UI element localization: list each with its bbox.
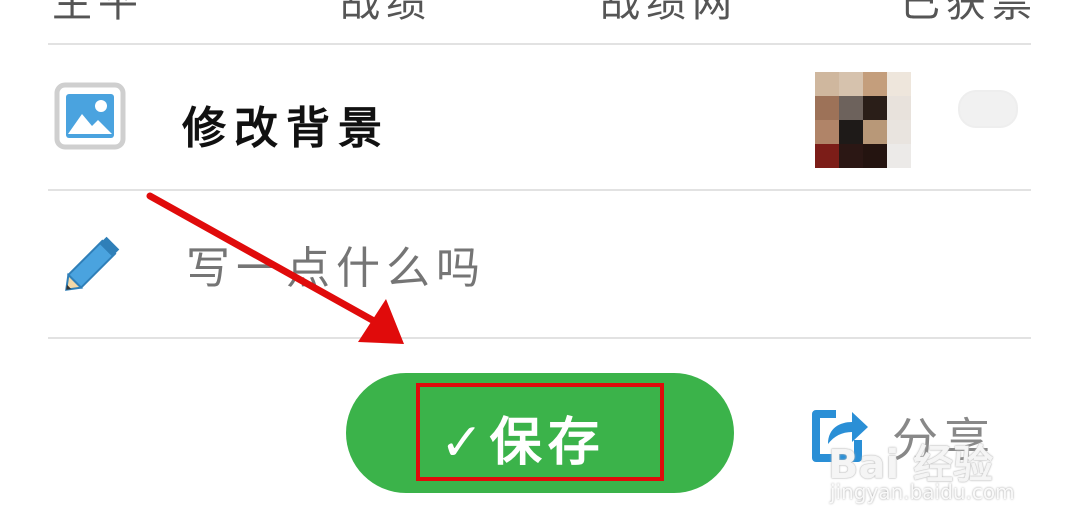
top-tab-2[interactable]: 战绩 (340, 0, 432, 28)
change-background-label: 修改背景 (182, 103, 390, 154)
thumbnail-cell (839, 72, 863, 96)
thumbnail-cell (839, 120, 863, 144)
divider-top (48, 43, 1031, 45)
thumbnail-cell (815, 144, 839, 168)
pencil-icon (65, 236, 120, 291)
thumbnail-cell (815, 96, 839, 120)
thumbnail-cell (815, 72, 839, 96)
divider-mid (48, 189, 1031, 191)
background-thumbnail[interactable] (815, 72, 911, 168)
thumbnail-cell (887, 120, 911, 144)
save-label: ✓保存 (440, 413, 606, 473)
top-tab-1[interactable]: 生平 (52, 0, 144, 28)
top-tab-4[interactable]: 已获票 (900, 0, 1038, 28)
background-toggle[interactable] (958, 90, 1018, 128)
top-tab-row: 生平 战绩 战绩网 已获票 (0, 0, 1079, 44)
watermark-url: jingyan.baidu.com (830, 480, 1015, 504)
thumbnail-cell (863, 144, 887, 168)
thumbnail-cell (863, 96, 887, 120)
divider-bottom (48, 337, 1031, 339)
thumbnail-cell (839, 144, 863, 168)
top-tab-3[interactable]: 战绩网 (600, 0, 738, 28)
thumbnail-cell (839, 96, 863, 120)
thumbnail-cell (887, 144, 911, 168)
image-icon (54, 82, 126, 150)
thumbnail-cell (863, 72, 887, 96)
note-input[interactable] (186, 238, 946, 298)
thumbnail-cell (887, 72, 911, 96)
thumbnail-cell (863, 120, 887, 144)
thumbnail-cell (887, 96, 911, 120)
thumbnail-cell (815, 120, 839, 144)
